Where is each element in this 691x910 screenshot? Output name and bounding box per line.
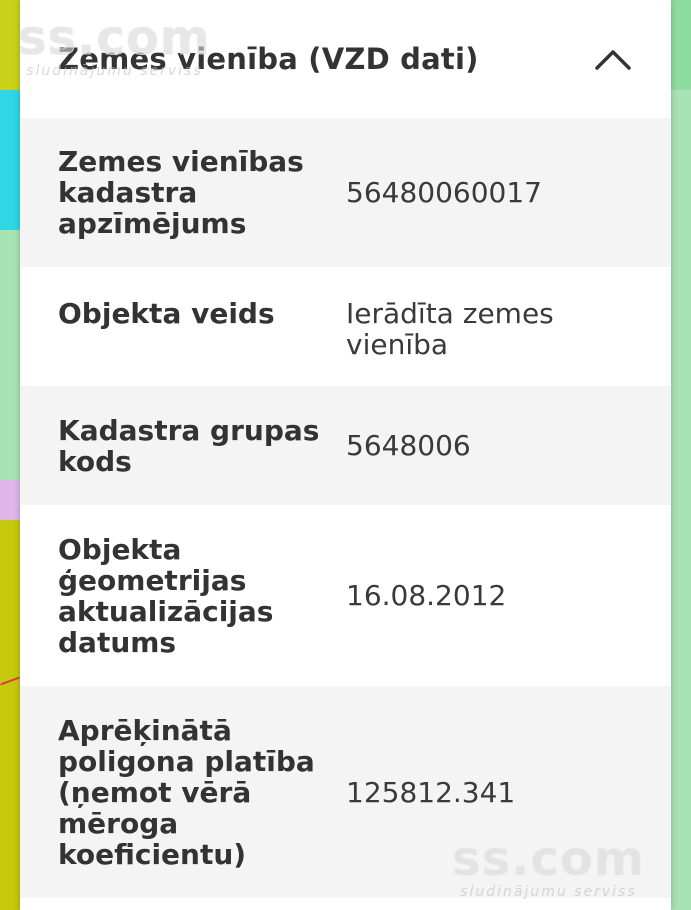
table-row: Aprēķinātā poligona platība (ņemot vērā … bbox=[20, 686, 671, 898]
map-parcel bbox=[0, 0, 20, 95]
panel-title: Zemes vienība (VZD dati) bbox=[58, 42, 479, 76]
map-parcel bbox=[671, 0, 691, 90]
map-parcel bbox=[0, 520, 20, 910]
map-parcel bbox=[671, 0, 691, 910]
row-value: 16.08.2012 bbox=[346, 579, 507, 612]
row-value: 56480060017 bbox=[346, 176, 542, 209]
table-row: Kadastra grupas kods 5648006 bbox=[20, 386, 671, 505]
map-parcel bbox=[0, 230, 20, 480]
row-label: Aprēķinātā poligona platība (ņemot vērā … bbox=[58, 713, 315, 871]
row-label: Objekta ģeometrijas aktualizācijas datum… bbox=[58, 532, 274, 659]
row-value: 125812.341 bbox=[346, 775, 516, 809]
row-value: 5648006 bbox=[346, 429, 471, 462]
chevron-up-icon bbox=[595, 50, 631, 70]
map-parcel bbox=[0, 480, 20, 520]
row-value: Ierādīta zemes vienība bbox=[346, 297, 554, 361]
map-parcel bbox=[0, 90, 20, 230]
row-label: Kadastra grupas kods bbox=[58, 413, 320, 478]
row-label: Objekta veids bbox=[58, 297, 275, 330]
table-row-divider bbox=[20, 898, 671, 910]
info-panel: Zemes vienība (VZD dati) Zemes vienības … bbox=[20, 0, 671, 910]
panel-header[interactable]: Zemes vienība (VZD dati) bbox=[20, 0, 671, 118]
table-row: Objekta veids Ierādīta zemes vienība bbox=[20, 267, 671, 386]
row-label: Zemes vienības kadastra apzīmējums bbox=[58, 145, 304, 240]
table-row: Zemes vienības kadastra apzīmējums 56480… bbox=[20, 118, 671, 267]
table-row: Objekta ģeometrijas aktualizācijas datum… bbox=[20, 505, 671, 686]
attribute-table: Zemes vienības kadastra apzīmējums 56480… bbox=[20, 118, 671, 910]
collapse-button[interactable] bbox=[591, 37, 635, 81]
